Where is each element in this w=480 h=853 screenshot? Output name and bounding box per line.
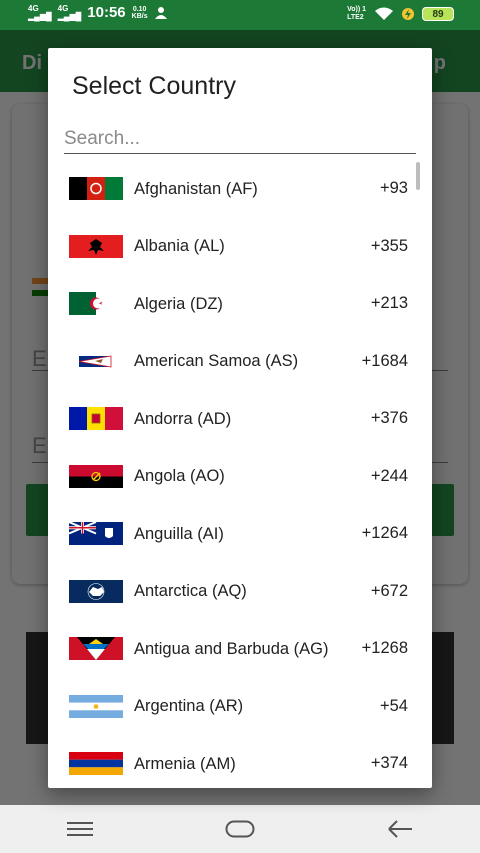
country-code: +93	[380, 179, 408, 198]
status-left: 4G ▂▄▆█ 4G ▂▄▆█ 10:56 0.10 KB/s	[28, 4, 168, 21]
country-name: American Samoa (AS)	[134, 352, 299, 371]
country-name: Antarctica (AQ)	[134, 582, 247, 601]
speed-unit: KB/s	[131, 12, 148, 20]
back-button[interactable]	[370, 809, 430, 849]
country-name: Argentina (AR)	[134, 697, 244, 716]
antigua-barbuda-flag-icon	[69, 637, 123, 661]
country-row-aq[interactable]: Antarctica (AQ) +672	[48, 563, 432, 621]
volte-top: Vo)) 1	[347, 6, 366, 13]
signal-2-label: 4G	[57, 3, 69, 13]
country-code: +374	[370, 754, 408, 773]
select-country-dialog: Select Country Afghanistan (AF) +93 Alba…	[48, 48, 432, 788]
country-code: +355	[370, 236, 408, 255]
country-row-af[interactable]: Afghanistan (AF) +93	[48, 160, 432, 218]
country-name: Anguilla (AI)	[134, 524, 224, 543]
country-code: +1264	[361, 524, 408, 543]
volte-bottom: LTE2	[347, 14, 364, 21]
battery-icon: 89	[422, 7, 454, 21]
speed-value: 0.10	[132, 5, 147, 13]
status-bar: 4G ▂▄▆█ 4G ▂▄▆█ 10:56 0.10 KB/s Vo)) 1 LTE2 …	[0, 0, 480, 30]
country-code: +672	[370, 581, 408, 600]
country-code: +213	[370, 294, 408, 313]
country-row-ar[interactable]: Argentina (AR) +54	[48, 678, 432, 736]
country-row-ai[interactable]: Anguilla (AI) +1264	[48, 505, 432, 563]
menu-icon	[67, 822, 93, 836]
back-icon	[388, 820, 412, 838]
search-input[interactable]	[64, 124, 416, 154]
armenia-flag-icon	[69, 752, 123, 776]
albania-flag-icon	[69, 234, 123, 258]
charging-icon	[402, 8, 414, 20]
wifi-icon	[375, 7, 393, 20]
country-row-al[interactable]: Albania (AL) +355	[48, 218, 432, 276]
country-name: Albania (AL)	[134, 237, 225, 256]
status-right: Vo)) 1 LTE2 89	[347, 6, 454, 22]
home-button[interactable]	[210, 809, 270, 849]
user-icon	[154, 6, 167, 19]
country-list: Afghanistan (AF) +93 Albania (AL) +355 A…	[48, 160, 432, 788]
antarctica-flag-icon	[69, 579, 123, 603]
network-speed: 0.10 KB/s	[132, 6, 148, 20]
navigation-bar	[0, 805, 480, 853]
country-name: Andorra (AD)	[134, 409, 232, 428]
country-row-dz[interactable]: Algeria (DZ) +213	[48, 275, 432, 333]
anguilla-flag-icon	[69, 522, 123, 546]
home-icon	[225, 820, 255, 838]
argentina-flag-icon	[69, 694, 123, 718]
algeria-flag-icon	[69, 292, 123, 316]
signal-1-icon: 4G ▂▄▆█	[28, 3, 52, 21]
afghanistan-flag-icon	[69, 177, 123, 201]
country-row-ao[interactable]: Angola (AO) +244	[48, 448, 432, 506]
menu-button[interactable]	[50, 809, 110, 849]
signal-1-label: 4G	[28, 3, 39, 13]
country-row-am[interactable]: Armenia (AM) +374	[48, 735, 432, 788]
dialog-title: Select Country	[72, 72, 236, 100]
clock: 10:56	[87, 4, 126, 21]
country-name: Armenia (AM)	[134, 754, 236, 773]
signal-2-icon: 4G ▂▄▆█	[57, 3, 82, 21]
country-name: Algeria (DZ)	[134, 294, 223, 313]
country-row-as[interactable]: American Samoa (AS) +1684	[48, 333, 432, 391]
andorra-flag-icon	[69, 407, 123, 431]
american-samoa-flag-icon	[69, 350, 123, 373]
country-row-ad[interactable]: Andorra (AD) +376	[48, 390, 432, 448]
country-code: +54	[380, 696, 408, 715]
country-row-ag[interactable]: Antigua and Barbuda (AG) +1268	[48, 620, 432, 678]
country-code: +1684	[361, 351, 408, 370]
volte-indicator: Vo)) 1 LTE2	[347, 6, 366, 22]
country-name: Angola (AO)	[134, 467, 225, 486]
angola-flag-icon	[69, 464, 123, 488]
country-code: +376	[370, 409, 408, 428]
country-name: Afghanistan (AF)	[134, 179, 258, 198]
country-code: +1268	[361, 639, 408, 658]
country-name: Antigua and Barbuda (AG)	[134, 639, 329, 658]
country-code: +244	[370, 466, 408, 485]
